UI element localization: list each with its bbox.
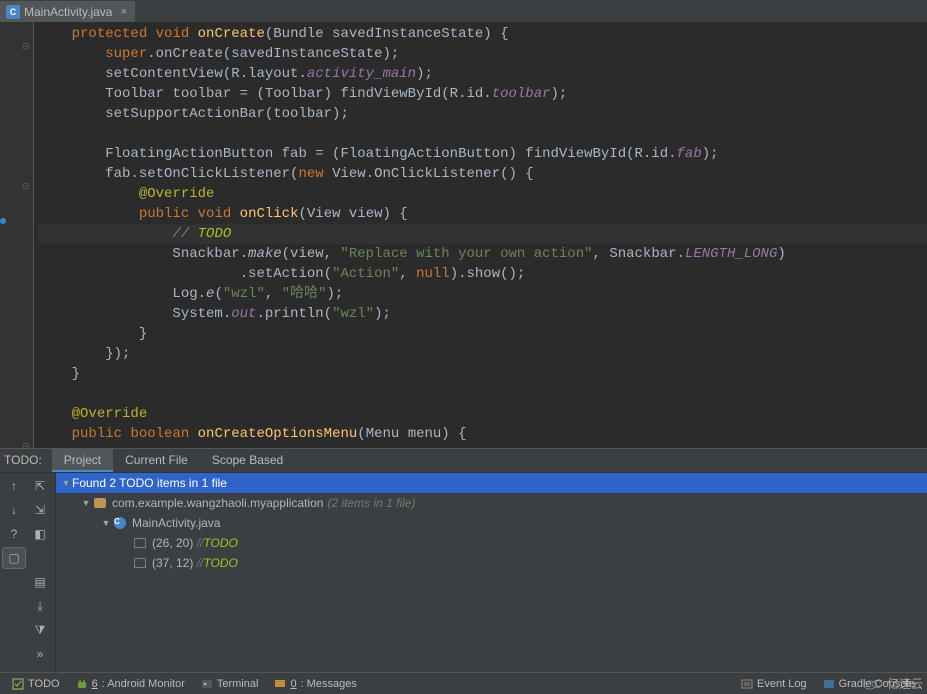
code-editor: ⊟ ⊟ ⊟ protected void onCreate(Bundle sav… bbox=[0, 22, 927, 448]
todo-side-toolbar: ↑ ⇱ ↓ ⇲ ? ◧ ▢ ▤ ⤓ ⧩ » bbox=[0, 473, 56, 672]
todo-class-row[interactable]: ▼ C MainActivity.java bbox=[56, 513, 927, 533]
collapse-all-icon[interactable]: ⇲ bbox=[28, 499, 52, 521]
help-icon[interactable]: ? bbox=[2, 523, 26, 545]
export-icon[interactable]: ⤓ bbox=[28, 595, 52, 617]
todo-item-row[interactable]: (26, 20) // TODO bbox=[56, 533, 927, 553]
code-area[interactable]: protected void onCreate(Bundle savedInst… bbox=[34, 22, 927, 448]
package-name: com.example.wangzhaoli.myapplication bbox=[112, 496, 323, 510]
file-tab-label: MainActivity.java bbox=[24, 5, 112, 19]
arrow-up-icon[interactable]: ↑ bbox=[2, 475, 26, 497]
todo-panel: TODO: Project Current File Scope Based ↑… bbox=[0, 448, 927, 672]
todo-tree[interactable]: ▼ Found 2 TODO items in 1 file ▼ com.exa… bbox=[56, 473, 927, 672]
chevron-down-icon[interactable]: ▼ bbox=[80, 498, 92, 508]
tab-project[interactable]: Project bbox=[52, 449, 113, 472]
todo-summary-text: Found 2 TODO items in 1 file bbox=[72, 476, 227, 490]
fold-icon[interactable]: ⊟ bbox=[22, 41, 31, 50]
checklist-icon bbox=[12, 678, 24, 690]
todo-item-row[interactable]: (37, 12) // TODO bbox=[56, 553, 927, 573]
todo-item-icon bbox=[132, 556, 148, 570]
source-code[interactable]: protected void onCreate(Bundle savedInst… bbox=[34, 22, 927, 444]
tool-window-event-log[interactable]: Event Log bbox=[735, 678, 813, 690]
flatten-icon[interactable]: ▤ bbox=[28, 571, 52, 593]
status-bar: TODO 6: Android Monitor Terminal 0: Mess… bbox=[0, 672, 927, 694]
filter-icon[interactable]: ⧩ bbox=[28, 619, 52, 641]
todo-package-row[interactable]: ▼ com.example.wangzhaoli.myapplication (… bbox=[56, 493, 927, 513]
tool-window-todo[interactable]: TODO bbox=[6, 678, 66, 690]
editor-tab-bar: C MainActivity.java × bbox=[0, 0, 927, 22]
tool-window-messages[interactable]: 0: Messages bbox=[268, 678, 362, 690]
event-log-icon bbox=[741, 678, 753, 690]
java-class-icon: C bbox=[112, 516, 128, 530]
todo-location: (26, 20) bbox=[152, 536, 193, 550]
autoscroll-icon[interactable]: ◧ bbox=[28, 523, 52, 545]
package-icon bbox=[92, 496, 108, 510]
fold-icon[interactable]: ⊟ bbox=[22, 441, 31, 450]
group-modules-icon[interactable]: ▢ bbox=[2, 547, 26, 569]
tab-scope-based[interactable]: Scope Based bbox=[200, 449, 295, 472]
todo-panel-title: TODO: bbox=[0, 449, 52, 472]
more-icon[interactable]: » bbox=[28, 643, 52, 665]
todo-panel-tabs: TODO: Project Current File Scope Based bbox=[0, 449, 927, 473]
override-marker-icon[interactable] bbox=[0, 218, 6, 224]
todo-location: (37, 12) bbox=[152, 556, 193, 570]
gradle-console-icon bbox=[823, 678, 835, 690]
close-icon[interactable]: × bbox=[120, 6, 126, 18]
tab-current-file[interactable]: Current File bbox=[113, 449, 200, 472]
chevron-down-icon[interactable]: ▼ bbox=[60, 478, 72, 488]
android-icon bbox=[76, 678, 88, 690]
file-tab-mainactivity[interactable]: C MainActivity.java × bbox=[0, 0, 135, 22]
arrow-down-icon[interactable]: ↓ bbox=[2, 499, 26, 521]
tool-window-android-monitor[interactable]: 6: Android Monitor bbox=[70, 678, 191, 690]
chevron-down-icon[interactable]: ▼ bbox=[100, 518, 112, 528]
package-hint: (2 items in 1 file) bbox=[327, 496, 415, 510]
todo-item-icon bbox=[132, 536, 148, 550]
expand-all-icon[interactable]: ⇱ bbox=[28, 475, 52, 497]
terminal-icon bbox=[201, 678, 213, 690]
messages-icon bbox=[274, 678, 286, 690]
class-name: MainActivity.java bbox=[132, 516, 220, 530]
tool-window-terminal[interactable]: Terminal bbox=[195, 678, 265, 690]
tool-window-gradle-console[interactable]: Gradle Console bbox=[817, 678, 921, 690]
editor-gutter: ⊟ ⊟ ⊟ bbox=[0, 22, 34, 448]
todo-summary-row[interactable]: ▼ Found 2 TODO items in 1 file bbox=[56, 473, 927, 493]
fold-icon[interactable]: ⊟ bbox=[22, 181, 31, 190]
java-class-icon: C bbox=[6, 5, 20, 19]
